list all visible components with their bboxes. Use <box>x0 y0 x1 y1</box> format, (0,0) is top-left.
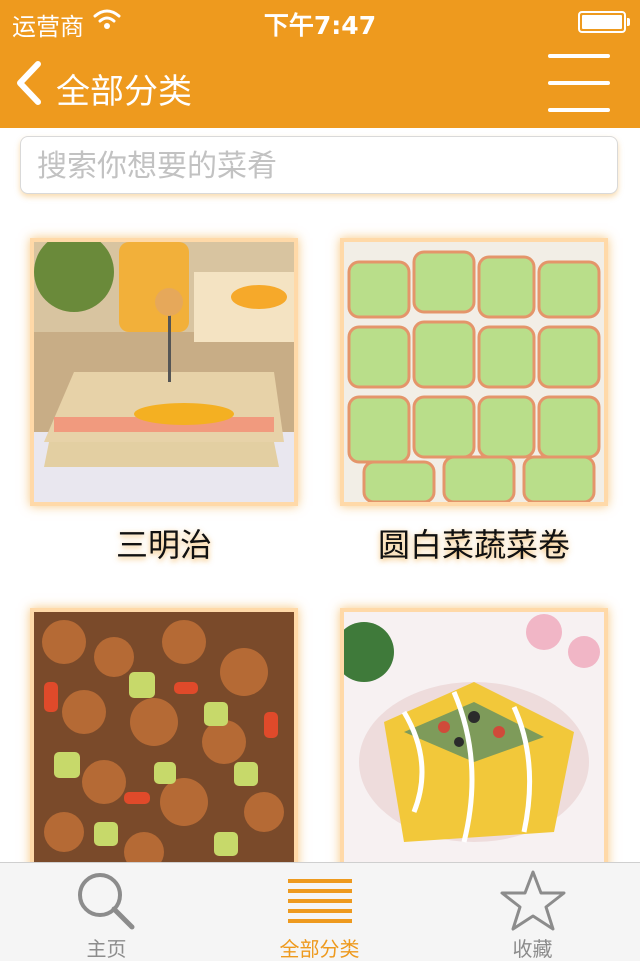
dish-image <box>30 238 298 506</box>
dish-card[interactable]: 圆白菜蔬菜卷 <box>340 238 608 566</box>
dish-image <box>30 608 298 876</box>
status-bar: 运营商 下午7:47 <box>0 0 640 41</box>
status-time: 下午7:47 <box>263 11 377 40</box>
dish-card[interactable] <box>30 608 298 890</box>
chevron-left-icon <box>17 61 41 105</box>
search-input[interactable] <box>35 137 599 195</box>
star-icon <box>498 869 568 937</box>
menu-icon <box>285 869 355 937</box>
tab-favorites[interactable]: 收藏 <box>426 863 639 961</box>
menu-icon-line <box>548 81 610 85</box>
dish-name: 三明治 <box>115 526 212 564</box>
dish-card[interactable]: 三明治 <box>30 238 298 566</box>
dish-name: 圆白菜蔬菜卷 <box>377 526 570 564</box>
back-button[interactable] <box>14 60 54 108</box>
menu-icon-line <box>548 54 610 58</box>
search-box <box>20 136 618 195</box>
tab-label: 收藏 <box>512 937 553 961</box>
dish-image <box>340 238 608 506</box>
tab-all-categories[interactable]: 全部分类 <box>213 863 426 961</box>
page-title: 全部分类 <box>56 72 192 112</box>
nav-bar: 全部分类 <box>0 40 640 128</box>
dish-card[interactable] <box>340 608 608 890</box>
menu-button[interactable] <box>548 54 610 114</box>
search-icon <box>72 869 142 937</box>
header-bar: 运营商 下午7:47 全部分类 <box>0 0 640 128</box>
tab-bar: 主页 全部分类 收藏 <box>0 862 640 961</box>
battery-icon <box>578 11 630 33</box>
tab-label: 主页 <box>86 937 127 961</box>
dish-image <box>340 608 608 876</box>
tab-label: 全部分类 <box>279 937 360 961</box>
menu-icon-line <box>548 108 610 112</box>
tab-home[interactable]: 主页 <box>0 863 213 961</box>
